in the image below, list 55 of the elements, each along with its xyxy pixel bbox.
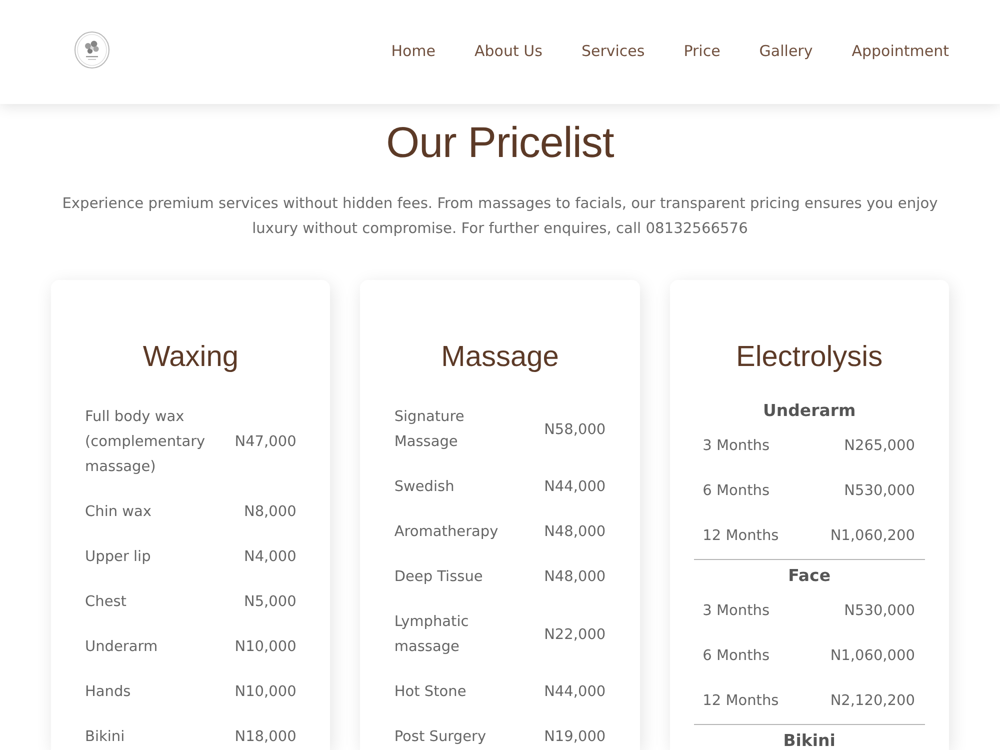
price-text: N1,060,000 — [830, 647, 915, 666]
price-text: N530,000 — [844, 482, 915, 501]
nav-link[interactable]: Appointment — [852, 40, 949, 62]
card-title: Massage — [440, 340, 560, 375]
service-name: Chin wax — [85, 503, 152, 522]
price-text: N1,060,200 — [830, 527, 915, 546]
nav-link[interactable]: Services — [581, 40, 645, 62]
service-name: Aromatherapy — [394, 523, 500, 542]
service-name: Signature Massage — [394, 408, 466, 452]
nav-link[interactable]: About Us — [474, 40, 542, 62]
service-name: Underarm — [85, 638, 159, 657]
price-text: N530,000 — [844, 602, 915, 621]
service-name: Upper lip — [85, 548, 152, 567]
price-text: N10,000 — [234, 638, 296, 657]
nav-link[interactable]: Gallery — [759, 40, 813, 62]
service-name: Full body wax (complementary massage) — [85, 408, 206, 477]
price-text: N4,000 — [244, 548, 296, 567]
service-name: 12 Months — [702, 527, 780, 546]
group-heading: Face — [787, 565, 832, 587]
service-name: Chest — [85, 593, 128, 612]
price-text: N8,000 — [244, 503, 296, 522]
card-title: Electrolysis — [734, 340, 884, 375]
price-text: N19,000 — [544, 728, 606, 747]
service-name: 12 Months — [702, 692, 780, 711]
service-name: Deep Tissue — [394, 568, 484, 587]
service-name: Hot Stone — [394, 683, 468, 702]
price-text: N58,000 — [544, 420, 606, 440]
price-text: N10,000 — [234, 683, 296, 702]
nav-link[interactable]: Price — [684, 40, 720, 62]
service-name: Post Surgery — [394, 728, 488, 747]
price-text: N48,000 — [544, 568, 606, 587]
price-text: N18,000 — [234, 728, 296, 747]
service-name: Bikini — [85, 728, 126, 747]
price-text: N5,000 — [244, 593, 296, 612]
service-name: 3 Months — [702, 602, 770, 621]
service-name: Hands — [85, 683, 132, 702]
intro-text: Experience premium services without hidden fees. From massages to facials, our transparent pricing ensures you enjoy luxury without compromise. For further enquires, call 08132566576 — [61, 194, 939, 239]
price-text: N22,000 — [544, 626, 606, 644]
service-name: Lymphatic massage — [394, 613, 470, 657]
card-title: Waxing — [142, 340, 240, 375]
price-text: N2,120,200 — [830, 692, 915, 711]
service-name: 6 Months — [702, 482, 770, 501]
group-heading: Bikini — [782, 730, 836, 750]
price-text: N48,000 — [544, 523, 606, 542]
price-text: N44,000 — [544, 478, 606, 497]
page-title: Our Pricelist — [386, 118, 614, 169]
price-text: N47,000 — [234, 433, 296, 452]
logo-icon[interactable] — [74, 31, 110, 69]
service-name: Swedish — [394, 478, 456, 497]
service-name: 6 Months — [702, 647, 770, 666]
service-name: 3 Months — [702, 437, 770, 456]
price-text: N44,000 — [544, 683, 606, 702]
price-text: N265,000 — [844, 437, 915, 456]
nav-link[interactable]: Home — [391, 40, 436, 62]
group-heading: Underarm — [762, 400, 857, 422]
